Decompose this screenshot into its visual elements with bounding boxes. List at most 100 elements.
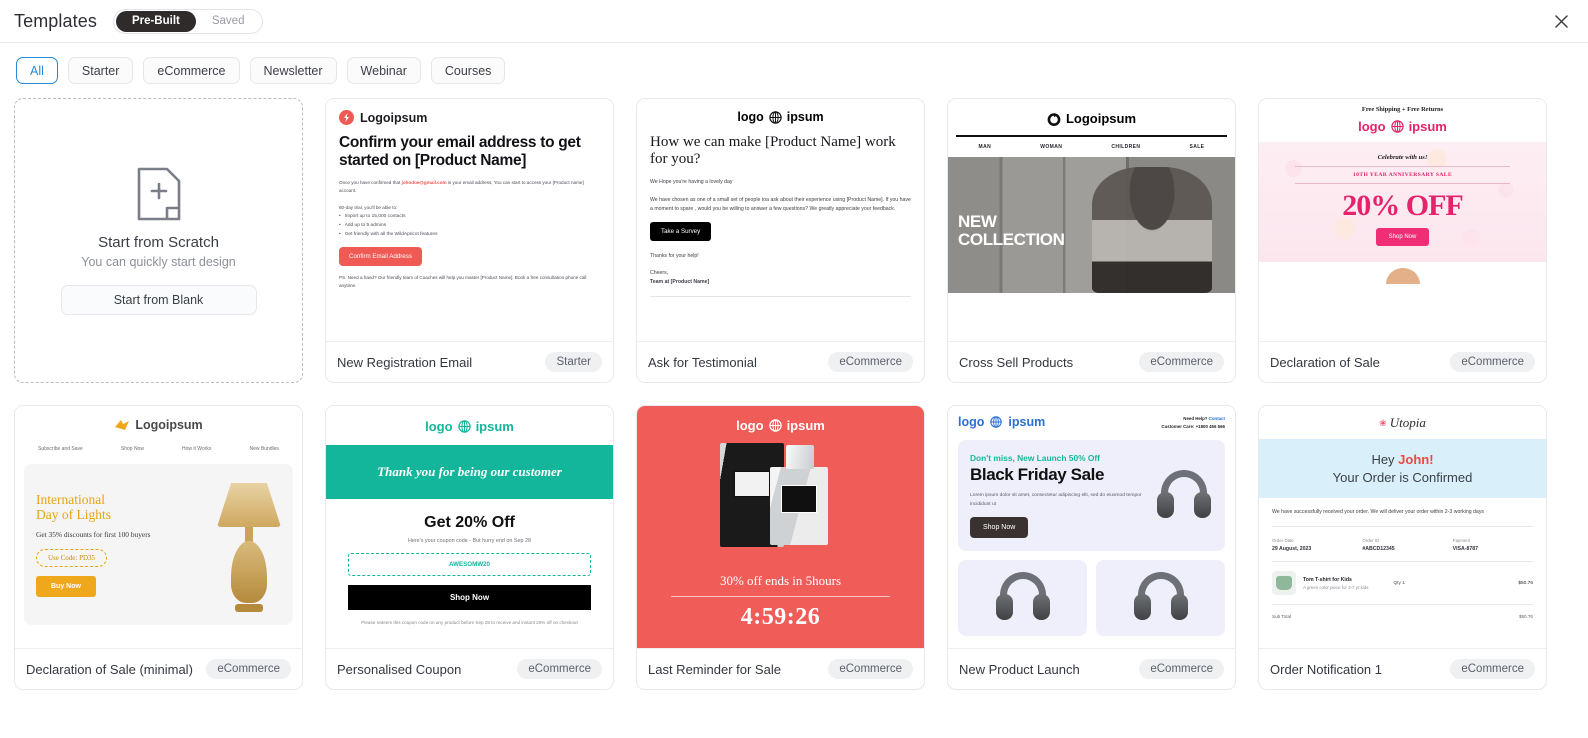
start-from-blank-button[interactable]: Start from Blank	[60, 285, 257, 315]
filter-chip-newsletter[interactable]: Newsletter	[249, 57, 337, 84]
nav-item: Shop Now	[120, 446, 144, 452]
toggle-pre-built[interactable]: Pre-Built	[115, 10, 196, 32]
card-footer: Declaration of Sale (minimal) eCommerce	[15, 648, 302, 689]
preview-logo: Logoipsum	[339, 110, 600, 125]
subtotal-row: Sub Total $50.76	[1272, 614, 1533, 619]
logo-text-right: ipsum	[786, 418, 825, 433]
template-card[interactable]: logo ipsum Thank you for being our custo…	[325, 405, 614, 690]
close-button[interactable]	[1546, 6, 1576, 36]
preview-body: We have successfully received your order…	[1272, 509, 1485, 515]
card-footer: New Product Launch eCommerce	[948, 648, 1235, 689]
preview-heading: Black Friday Sale	[970, 464, 1104, 484]
card-footer: Order Notification 1 eCommerce	[1259, 648, 1546, 689]
category-badge: eCommerce	[1139, 352, 1224, 372]
filter-bar: All Starter eCommerce Newsletter Webinar…	[0, 43, 1588, 137]
preview-hero: logo ipsum 30% off ends in 5hours 4:59:2…	[637, 406, 924, 648]
template-name: Last Reminder for Sale	[648, 661, 781, 677]
filter-chip-ecommerce[interactable]: eCommerce	[143, 57, 240, 84]
category-badge: Starter	[545, 352, 602, 372]
divider	[650, 295, 911, 297]
category-badge: eCommerce	[517, 659, 602, 679]
logo-text-left: logo	[736, 418, 764, 433]
filter-chip-webinar[interactable]: Webinar	[346, 57, 421, 84]
template-card[interactable]: logo ipsum 30% off ends in 5hours 4:59:2…	[636, 405, 925, 690]
blank-card-subtitle: You can quickly start design	[81, 255, 236, 269]
product-cell	[958, 560, 1087, 637]
preview-cta-button: Buy Now	[36, 576, 96, 598]
preview-body: We have chosen as one of a small set of …	[650, 196, 911, 213]
list-item: Get friendly with all the WildApricot fe…	[339, 230, 600, 239]
logo-text-right: ipsum	[1008, 415, 1046, 429]
meta-value: #ABCD12345	[1362, 546, 1395, 553]
logo-bird-icon	[115, 420, 130, 430]
meta-label: Order ID	[1362, 538, 1380, 544]
product-cell	[1096, 560, 1225, 637]
template-card[interactable]: Free Shipping + Free Returns logo ipsum …	[1258, 98, 1547, 383]
preview-kicker: Don't miss, New Launch 50% Off	[970, 452, 1100, 463]
nav-item: CHILDREN	[1111, 143, 1141, 150]
preview-nav: MAN WOMAN CHILDREN SALE	[948, 137, 1235, 157]
filter-chip-all[interactable]: All	[16, 57, 58, 84]
card-footer: Cross Sell Products eCommerce	[948, 341, 1235, 382]
template-name: Declaration of Sale (minimal)	[26, 661, 193, 677]
preview-confirm: Your Order is Confirmed	[1332, 470, 1473, 485]
filter-chip-courses[interactable]: Courses	[430, 57, 506, 84]
toggle-saved[interactable]: Saved	[196, 11, 261, 32]
template-preview: Logoipsum Confirm your email address to …	[326, 99, 613, 341]
template-card[interactable]: Logoipsum Confirm your email address to …	[325, 98, 614, 383]
card-footer: New Registration Email Starter	[326, 341, 613, 382]
category-badge: eCommerce	[828, 352, 913, 372]
preview-offer: 30% off ends in 5hours	[719, 573, 842, 588]
meta-value: VISA-8787	[1452, 546, 1479, 553]
template-preview: logo ipsum How we can make [Product Name…	[637, 99, 924, 341]
preview-hero: International Day of Lights Get 35% disc…	[24, 464, 293, 625]
new-document-icon	[137, 167, 180, 221]
globe-icon	[990, 416, 1003, 428]
globe-icon	[457, 420, 471, 433]
logo-text-left: logo	[958, 415, 985, 429]
template-preview: logo ipsum Need Help? Contact Customer C…	[948, 406, 1235, 648]
preview-logo: logo ipsum	[326, 406, 613, 445]
preview-celebrate: Celebrate with us!	[1377, 154, 1428, 161]
card-start-from-scratch[interactable]: Start from Scratch You can quickly start…	[14, 98, 303, 383]
template-card[interactable]: ❀ Utopia Hey John! Your Order is Confirm…	[1258, 405, 1547, 690]
preview-headphones-image	[994, 572, 1052, 624]
product-thumbnail	[1272, 571, 1296, 596]
template-card[interactable]: logo ipsum How we can make [Product Name…	[636, 98, 925, 383]
preview-hero-text: NEW COLLECTION	[958, 211, 1065, 249]
divider	[1272, 561, 1533, 563]
template-card[interactable]: logo ipsum Need Help? Contact Customer C…	[947, 405, 1236, 690]
template-preview: logo ipsum Thank you for being our custo…	[326, 406, 613, 648]
meta-cell: Order Date 29 August, 2023	[1272, 538, 1352, 552]
template-preview: Free Shipping + Free Returns logo ipsum …	[1259, 99, 1546, 341]
logo-ring-icon	[1047, 112, 1061, 126]
preview-cta-button: Take a Survey	[650, 221, 712, 241]
preview-sub: Here's your coupon code - But hurry end …	[408, 538, 531, 544]
templates-grid: Start from Scratch You can quickly start…	[0, 98, 1588, 690]
filter-chip-starter[interactable]: Starter	[67, 57, 134, 84]
preview-anniversary: 10TH YEAR ANNIVERSARY SALE	[1352, 172, 1453, 178]
preview-lamp-image	[217, 477, 281, 612]
template-card[interactable]: Logoipsum MAN WOMAN CHILDREN SALE NEW CO…	[947, 98, 1236, 383]
preview-cta-button: Shop Now	[1375, 228, 1430, 246]
view-toggle[interactable]: Pre-Built Saved	[112, 8, 264, 34]
template-preview: ❀ Utopia Hey John! Your Order is Confirm…	[1259, 406, 1546, 648]
subtotal-value: $50.76	[1518, 614, 1533, 620]
preview-body: Get 35% discounts for first 100 buyers	[36, 529, 151, 539]
preview-hero: Celebrate with us! 10TH YEAR ANNIVERSARY…	[1259, 142, 1546, 262]
template-name: Ask for Testimonial	[648, 354, 757, 370]
preview-topbar: Free Shipping + Free Returns	[1361, 106, 1444, 113]
preview-signoff: Cheers,	[650, 269, 669, 276]
flower-icon: ❀	[1379, 417, 1387, 428]
preview-product-image	[706, 441, 856, 561]
template-name: Declaration of Sale	[1270, 354, 1380, 370]
logo-text-right: ipsum	[1408, 119, 1447, 134]
item-description: A green color piece for 3-7 yr kids	[1303, 584, 1369, 590]
globe-icon	[1390, 120, 1404, 133]
card-footer: Last Reminder for Sale eCommerce	[637, 648, 924, 689]
divider	[1295, 166, 1510, 167]
preview-heading-line1: International	[36, 491, 105, 507]
template-card[interactable]: Logoipsum Subscribe and Save Shop Now Ho…	[14, 405, 303, 690]
template-name: Order Notification 1	[1270, 661, 1382, 677]
preview-hero: Don't miss, New Launch 50% Off Black Fri…	[958, 439, 1225, 552]
